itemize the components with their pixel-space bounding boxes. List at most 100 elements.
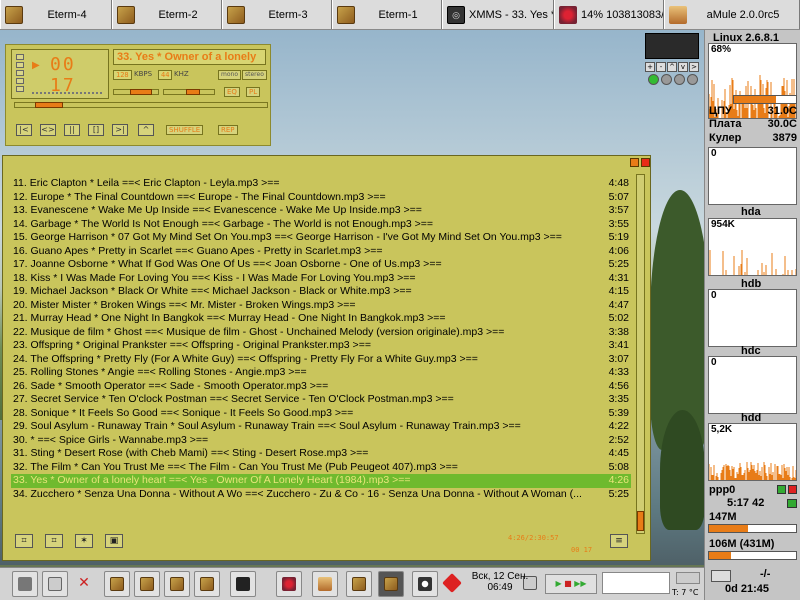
playlist-row[interactable]: 29. Soul Asylum - Runaway Train * Soul A…	[11, 420, 631, 434]
task-edonkey[interactable]: 14% 103813083/7	[554, 0, 664, 29]
track-title: 32. The Film * Can You Trust Me ==< The …	[13, 460, 458, 473]
eterm-launcher[interactable]	[134, 571, 160, 597]
option-button[interactable]	[16, 78, 24, 84]
volume-slider[interactable]	[113, 89, 159, 95]
previous-button[interactable]: |<	[16, 124, 32, 136]
track-duration: 3:55	[608, 217, 629, 230]
seek-knob[interactable]	[35, 102, 63, 108]
media-controls[interactable]: ▶ ■ ▶▶	[545, 574, 597, 594]
playlist-titlebar[interactable]	[3, 156, 650, 170]
stop-button[interactable]: []	[88, 124, 104, 136]
amule-launcher[interactable]	[312, 571, 338, 597]
track-title: 27. Secret Service * Ten O'clock Postman…	[13, 393, 454, 405]
playlist-row[interactable]: 33. Yes * Owner of a lonely heart ==< Ye…	[11, 474, 631, 488]
visualizer[interactable]	[32, 80, 102, 94]
playlist-row[interactable]: 23. Offspring * Original Prankster ==< O…	[11, 339, 631, 353]
playlist-row[interactable]: 14. Garbage * The World Is Not Enough ==…	[11, 218, 631, 232]
balance-slider[interactable]	[163, 89, 215, 95]
playlist-row[interactable]: 11. Eric Clapton * Leila ==< Eric Clapto…	[11, 177, 631, 191]
remove-file-button[interactable]: ⌗	[45, 534, 63, 548]
repeat-toggle[interactable]: REP	[218, 125, 238, 135]
add-file-button[interactable]: ⌗	[15, 534, 33, 548]
playlist-scrollbar[interactable]	[636, 174, 645, 534]
eterm-launcher[interactable]	[346, 571, 372, 597]
playlist-row[interactable]: 34. Zucchero * Senza Una Donna - Without…	[11, 488, 631, 502]
shade-button[interactable]	[630, 158, 639, 167]
edonkey-launcher[interactable]	[276, 571, 302, 597]
playlist-row[interactable]: 30. * ==< Spice Girls - Wannabe.mp3 >== 2…	[11, 434, 631, 448]
slider-icon[interactable]	[676, 572, 700, 584]
playlist-row[interactable]: 15. George Harrison * 07 Got My Mind Set…	[11, 231, 631, 245]
add-button[interactable]: +	[645, 62, 655, 72]
playlist-row[interactable]: 25. Rolling Stones * Angie ==< Rolling S…	[11, 366, 631, 380]
task-eterm-1[interactable]: Eterm-1	[332, 0, 442, 29]
playlist-row[interactable]: 13. Evanescene * Wake Me Up Inside ==< E…	[11, 204, 631, 218]
playlist-row[interactable]: 20. Mister Mister * Broken Wings ==< Mr.…	[11, 299, 631, 313]
bitrate-value: 128	[113, 70, 132, 80]
eterm-launcher[interactable]	[194, 571, 220, 597]
close-button[interactable]	[641, 158, 650, 167]
swap-used: 106M (431M)	[709, 538, 775, 550]
command-input[interactable]	[602, 572, 670, 594]
misc-button[interactable]: ▣	[105, 534, 123, 548]
playlist-row[interactable]: 19. Michael Jackson * Black Or White ==<…	[11, 285, 631, 299]
penguin-icon	[418, 577, 432, 591]
eterm-launcher[interactable]	[164, 571, 190, 597]
eject-button[interactable]: ^	[138, 124, 154, 136]
eq-toggle[interactable]: EQ	[224, 87, 240, 97]
select-button[interactable]: ✶	[75, 534, 93, 548]
pager-button[interactable]	[378, 571, 404, 597]
mail-icon[interactable]	[711, 570, 731, 582]
scroll-thumb[interactable]	[637, 511, 644, 531]
playlist-row[interactable]: 17. Joanne Osborne * What If God Was One…	[11, 258, 631, 272]
playlist-row[interactable]: 26. Sade * Smooth Operator ==< Sade - Sm…	[11, 380, 631, 394]
sensor-label: ЦПУ	[709, 105, 732, 117]
stop-icon[interactable]: ■	[564, 579, 572, 588]
track-duration: 4:15	[608, 285, 629, 297]
up-button[interactable]: ^	[667, 62, 677, 72]
option-button[interactable]	[16, 70, 24, 76]
balance-knob[interactable]	[186, 89, 200, 95]
task-xmms[interactable]: ◎ XMMS - 33. Yes * O	[442, 0, 554, 29]
next-button[interactable]: >|	[112, 124, 128, 136]
pause-button[interactable]: ||	[64, 124, 80, 136]
playlist-row[interactable]: 32. The Film * Can You Trust Me ==< The …	[11, 461, 631, 475]
play-icon[interactable]: ▶	[555, 579, 561, 588]
playlist-row[interactable]: 21. Murray Head * One Night In Bangkok =…	[11, 312, 631, 326]
eterm-launcher[interactable]	[104, 571, 130, 597]
playlist-toggle[interactable]: PL	[246, 87, 261, 97]
playlist-row[interactable]: 27. Secret Service * Ten O'clock Postman…	[11, 393, 631, 407]
option-button[interactable]	[16, 86, 24, 92]
right-button[interactable]: >	[689, 62, 699, 72]
task-eterm-2[interactable]: Eterm-2	[112, 0, 222, 29]
xmms-launcher[interactable]	[230, 571, 256, 597]
option-button[interactable]	[16, 62, 24, 68]
next-icon[interactable]: ▶▶	[574, 579, 586, 588]
play-button[interactable]: <>	[40, 124, 56, 136]
list-menu-button[interactable]: ≡	[610, 534, 628, 548]
user-icon[interactable]	[412, 571, 438, 597]
option-button[interactable]	[16, 54, 24, 60]
playlist-row[interactable]: 18. Kiss * I Was Made For Loving You ==<…	[11, 272, 631, 286]
playlist-row[interactable]: 24. The Offspring * Pretty Fly (For A Wh…	[11, 353, 631, 367]
playlist-row[interactable]: 28. Sonique * It Feels So Good ==< Soniq…	[11, 407, 631, 421]
task-eterm-4[interactable]: Eterm-4	[0, 0, 112, 29]
playlist-row[interactable]: 12. Europe * The Final Countdown ==< Eur…	[11, 191, 631, 205]
seek-bar[interactable]	[14, 102, 268, 108]
remove-button[interactable]: -	[656, 62, 666, 72]
trash-icon[interactable]	[42, 571, 68, 597]
hda-label: hda	[741, 206, 761, 218]
track-duration: 5:08	[608, 460, 629, 473]
close-icon[interactable]: ✕	[72, 571, 98, 597]
desktop-icon[interactable]	[12, 571, 38, 597]
song-title[interactable]: 33. Yes * Owner of a lonely	[113, 49, 266, 65]
playlist-row[interactable]: 22. Musique de film * Ghost ==< Musique …	[11, 326, 631, 340]
shuffle-toggle[interactable]: SHUFFLE	[166, 125, 204, 135]
net-graph: 5,2K	[708, 423, 797, 481]
playlist-row[interactable]: 31. Sting * Desert Rose (with Cheb Mami)…	[11, 447, 631, 461]
down-button[interactable]: v	[678, 62, 688, 72]
playlist-row[interactable]: 16. Guano Apes * Pretty in Scarlet ==< G…	[11, 245, 631, 259]
task-eterm-3[interactable]: Eterm-3	[222, 0, 332, 29]
volume-knob[interactable]	[130, 89, 152, 95]
task-amule[interactable]: aMule 2.0.0rc5	[664, 0, 800, 29]
